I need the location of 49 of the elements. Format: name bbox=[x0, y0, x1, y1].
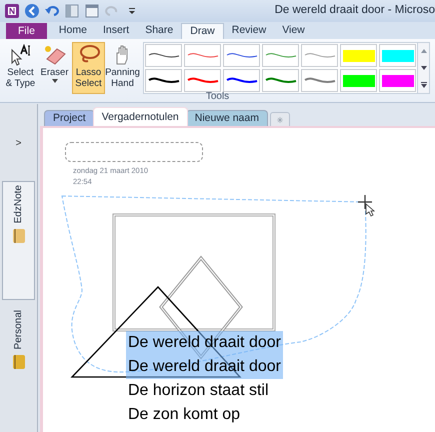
window-icon[interactable] bbox=[84, 3, 100, 19]
gallery-scrollbar[interactable] bbox=[418, 42, 430, 94]
ribbon-tab[interactable]: Share bbox=[137, 23, 182, 39]
ribbon-tab[interactable]: View bbox=[274, 23, 313, 39]
notebook-tab[interactable]: Personal bbox=[2, 306, 35, 426]
sparkle-icon bbox=[276, 114, 283, 124]
pen-swatch[interactable] bbox=[379, 69, 416, 92]
text-line: De horizon staat stil bbox=[127, 381, 270, 401]
pen-swatch[interactable] bbox=[262, 44, 299, 67]
pen-swatch[interactable] bbox=[223, 69, 260, 92]
eraser-icon bbox=[42, 44, 66, 66]
expand-button[interactable]: > bbox=[16, 110, 22, 178]
tool-button[interactable]: Select & Type bbox=[4, 42, 37, 94]
scroll-down-icon[interactable] bbox=[420, 66, 426, 70]
section-tab[interactable]: Vergadernotulen bbox=[92, 107, 188, 126]
tool-button[interactable]: Eraser bbox=[38, 42, 71, 94]
ribbon-tab[interactable]: Review bbox=[224, 23, 274, 39]
group-label: Tools bbox=[206, 91, 230, 102]
pen-swatch[interactable] bbox=[379, 44, 416, 67]
pen-swatch[interactable] bbox=[184, 44, 221, 67]
tool-button[interactable]: Lasso Select bbox=[72, 42, 105, 94]
title-field[interactable] bbox=[65, 142, 203, 162]
tool-button[interactable]: Panning Hand bbox=[106, 42, 139, 94]
pen-swatch[interactable] bbox=[262, 69, 299, 92]
expand-gallery-icon[interactable] bbox=[420, 82, 426, 88]
back-icon[interactable] bbox=[24, 3, 40, 19]
ribbon-tab[interactable]: Draw bbox=[181, 23, 224, 39]
app-logo-icon bbox=[4, 3, 20, 19]
file-tab[interactable]: File bbox=[6, 23, 47, 39]
section-tab[interactable]: Nieuwe naam bbox=[186, 110, 268, 126]
pen-swatch[interactable] bbox=[340, 69, 377, 92]
pen-swatch[interactable] bbox=[145, 44, 182, 67]
undo-icon[interactable] bbox=[44, 3, 60, 19]
pen-swatch[interactable] bbox=[223, 44, 260, 67]
dock-icon[interactable] bbox=[64, 3, 80, 19]
pen-swatch[interactable] bbox=[340, 44, 377, 67]
pen-swatch[interactable] bbox=[301, 44, 338, 67]
crosshair-cursor-icon bbox=[357, 194, 376, 217]
ribbon-tab[interactable]: Insert bbox=[94, 23, 138, 39]
ribbon-tab[interactable]: Home bbox=[50, 23, 95, 39]
pointer-text-icon bbox=[8, 44, 32, 66]
pen-swatch[interactable] bbox=[145, 69, 182, 92]
section-tab[interactable]: Project bbox=[44, 110, 95, 126]
text-line: De zon komt op bbox=[127, 405, 242, 425]
notebook-tab[interactable]: EdzNote bbox=[2, 181, 35, 300]
pen-swatch[interactable] bbox=[301, 69, 338, 92]
scroll-up-icon[interactable] bbox=[420, 49, 426, 54]
window-title: De wereld draait door - Microso bbox=[274, 3, 435, 18]
pen-swatch[interactable] bbox=[184, 69, 221, 92]
